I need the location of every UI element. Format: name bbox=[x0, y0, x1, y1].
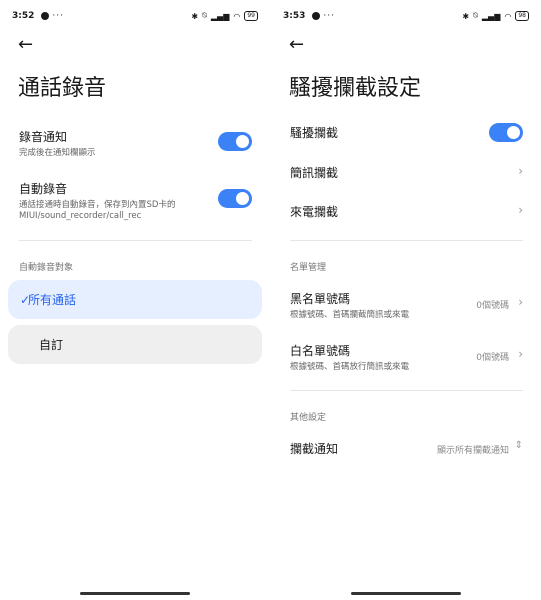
call-recording-screen: 3:52 ··· ✱ ⍉ ▂▄▆ ◠ 99 ← 通話錄音 錄音通知 完成後在通知… bbox=[0, 0, 270, 600]
divider bbox=[290, 240, 523, 241]
harassment-block-screen: 3:53 ··· ✱ ⍉ ▂▄▆ ◠ 98 ← 騷擾攔截設定 騷擾攔截 簡訊攔截… bbox=[271, 0, 541, 600]
whitelist-count: 0個號碼 bbox=[476, 353, 509, 363]
option-all-calls-label: 所有通話 bbox=[28, 293, 77, 307]
signal-icon: ▂▄▆ bbox=[210, 11, 230, 21]
auto-record-target-header: 自動錄音對象 bbox=[19, 263, 74, 273]
block-notification-row[interactable]: 攔截通知 顯示所有攔截通知 ⇕ bbox=[290, 440, 523, 460]
auto-record-desc: 通話接通時自動錄音，保存到內置SD卡的MIUI/sound_recorder/c… bbox=[19, 200, 176, 221]
divider bbox=[19, 240, 252, 241]
vibrate-icon: ⍉ bbox=[202, 11, 207, 20]
status-time: 3:52 bbox=[12, 11, 35, 21]
check-icon: ✓ bbox=[20, 292, 31, 307]
chevron-right-icon: › bbox=[518, 347, 523, 361]
blacklist-desc: 根據號碼、首碼攔截簡訊或來電 bbox=[290, 310, 410, 320]
auto-record-label: 自動錄音 bbox=[19, 182, 68, 196]
call-block-label: 來電攔截 bbox=[290, 205, 339, 219]
recording-notification-row[interactable]: 錄音通知 完成後在通知欄顯示 bbox=[19, 128, 252, 159]
auto-record-row[interactable]: 自動錄音 通話接通時自動錄音，保存到內置SD卡的MIUI/sound_recor… bbox=[19, 180, 252, 222]
wifi-icon: ◠ bbox=[233, 11, 241, 21]
more-notifications-icon: ··· bbox=[323, 11, 335, 21]
divider bbox=[290, 390, 523, 391]
wifi-icon: ◠ bbox=[504, 11, 512, 21]
harass-block-row[interactable]: 騷擾攔截 bbox=[290, 123, 523, 144]
block-notification-value: 顯示所有攔截通知 bbox=[436, 446, 509, 456]
battery-icon: 99 bbox=[244, 11, 258, 21]
signal-icon: ▂▄▆ bbox=[481, 11, 501, 21]
whitelist-row[interactable]: 白名單號碼 根據號碼、首碼放行簡訊或來電 0個號碼 › bbox=[290, 342, 523, 374]
home-indicator[interactable] bbox=[351, 592, 461, 595]
chevron-right-icon: › bbox=[518, 295, 523, 309]
chevron-updown-icon: ⇕ bbox=[514, 440, 523, 451]
more-notifications-icon: ··· bbox=[52, 11, 64, 21]
harass-block-toggle[interactable] bbox=[489, 123, 523, 142]
recording-notification-toggle[interactable] bbox=[218, 132, 252, 151]
page-title: 通話錄音 bbox=[18, 76, 107, 101]
status-time: 3:53 bbox=[283, 11, 306, 21]
page-title: 騷擾攔截設定 bbox=[289, 76, 422, 101]
blacklist-count: 0個號碼 bbox=[476, 301, 509, 311]
vibrate-icon: ⍉ bbox=[473, 11, 478, 20]
blacklist-row[interactable]: 黑名單號碼 根據號碼、首碼攔截簡訊或來電 0個號碼 › bbox=[290, 290, 523, 322]
battery-icon: 98 bbox=[515, 11, 529, 21]
option-custom[interactable]: 自訂 bbox=[8, 325, 262, 364]
status-bar: 3:52 ··· ✱ ⍉ ▂▄▆ ◠ 99 bbox=[12, 8, 258, 24]
other-settings-header: 其他設定 bbox=[290, 413, 327, 423]
auto-record-toggle[interactable] bbox=[218, 189, 252, 208]
chevron-right-icon: › bbox=[518, 203, 523, 217]
option-custom-label: 自訂 bbox=[39, 338, 64, 352]
chevron-right-icon: › bbox=[518, 164, 523, 178]
sms-block-row[interactable]: 簡訊攔截 › bbox=[290, 164, 523, 184]
bluetooth-icon: ✱ bbox=[191, 11, 199, 21]
sms-block-label: 簡訊攔截 bbox=[290, 166, 339, 180]
back-arrow-icon[interactable]: ← bbox=[289, 36, 304, 54]
bluetooth-icon: ✱ bbox=[462, 11, 470, 21]
recording-notification-desc: 完成後在通知欄顯示 bbox=[19, 148, 96, 158]
call-block-row[interactable]: 來電攔截 › bbox=[290, 203, 523, 223]
messenger-icon bbox=[312, 12, 321, 20]
list-management-header: 名單管理 bbox=[290, 263, 327, 273]
messenger-icon bbox=[41, 12, 50, 20]
option-all-calls[interactable]: ✓ 所有通話 bbox=[8, 280, 262, 319]
whitelist-desc: 根據號碼、首碼放行簡訊或來電 bbox=[290, 362, 410, 372]
home-indicator[interactable] bbox=[80, 592, 190, 595]
status-bar: 3:53 ··· ✱ ⍉ ▂▄▆ ◠ 98 bbox=[283, 8, 529, 24]
back-arrow-icon[interactable]: ← bbox=[18, 36, 33, 54]
